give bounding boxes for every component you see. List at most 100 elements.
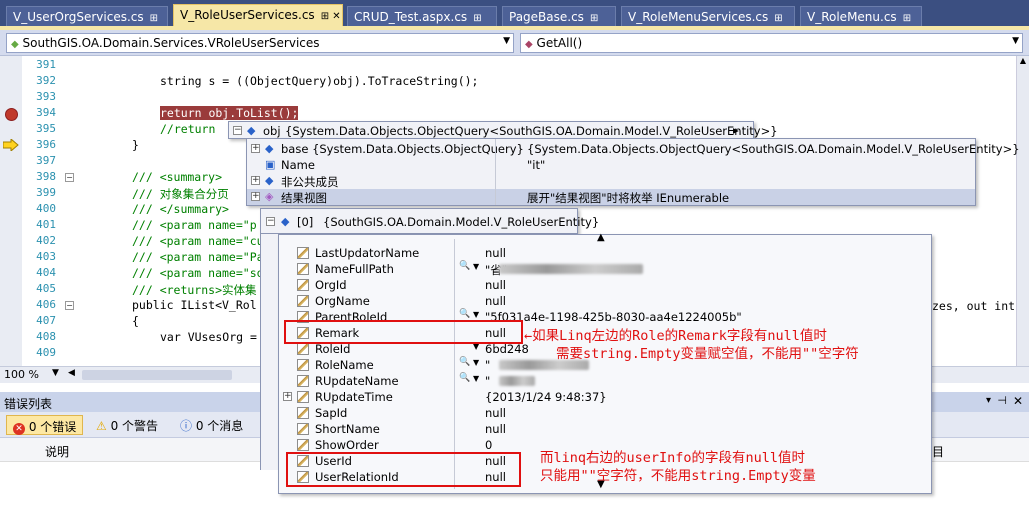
code-line[interactable]: string s = ((ObjectQuery)obj).ToTraceStr… — [160, 74, 479, 88]
property-value[interactable]: " — [485, 374, 490, 388]
close-icon[interactable]: ✕ — [1013, 394, 1023, 408]
property-value[interactable]: 0 — [485, 438, 492, 452]
magnifier-icon[interactable]: 🔍 — [459, 373, 470, 383]
vertical-scrollbar[interactable]: ▲ — [1016, 56, 1029, 366]
code-line[interactable]: { — [132, 314, 139, 328]
tab-pin-icon[interactable]: ⊞ — [903, 13, 911, 24]
horizontal-scroll-thumb[interactable] — [82, 370, 232, 380]
errors-filter-button[interactable]: ✕ 0 个错误 — [6, 415, 84, 435]
member-value[interactable]: 展开"结果视图"时将枚举 IEnumerable — [527, 190, 729, 206]
scroll-left-icon[interactable]: ◀ — [68, 368, 78, 382]
property-row[interactable]: RUpdateName 🔍 ▼ " — [279, 373, 931, 389]
code-line[interactable]: return obj.ToList(); — [160, 106, 299, 120]
code-line[interactable]: /// <param name="Pa — [132, 250, 264, 264]
member-value[interactable]: "it" — [527, 158, 545, 172]
panel-dropdown-icon[interactable]: ▾ — [986, 395, 991, 406]
tab-1[interactable]: V_RoleUserServices.cs ⊞ ✕ — [173, 4, 343, 26]
scroll-up-icon[interactable]: ▲ — [1017, 56, 1029, 69]
property-row[interactable]: OrgName null — [279, 293, 931, 309]
member-row[interactable]: + ◆ 非公共成员 — [247, 173, 975, 189]
property-value[interactable]: null — [485, 278, 506, 292]
tab-pin-icon[interactable]: ⊞ — [473, 13, 481, 24]
chevron-right-icon[interactable]: ▸ — [733, 123, 739, 137]
property-value[interactable]: "5f031a4e-1198-425b-8030-aa4e1224005b" — [485, 310, 742, 324]
column-header-extra[interactable]: 目 — [932, 443, 944, 460]
scroll-up-icon[interactable]: ▲ — [597, 232, 605, 243]
tab-pin-icon[interactable]: ⊞ — [590, 13, 598, 24]
visualizer-dropdown-icon[interactable]: ▼ — [473, 374, 479, 383]
magnifier-icon[interactable]: 🔍 — [459, 261, 470, 271]
tab-0[interactable]: V_UserOrgServices.cs ⊞ — [6, 6, 168, 26]
tab-2[interactable]: CRUD_Test.aspx.cs ⊞ — [347, 6, 497, 26]
property-row[interactable]: LastUpdatorName null — [279, 245, 931, 261]
zoom-level[interactable]: 100 % — [4, 368, 39, 381]
tab-pin-icon[interactable]: ⊞ — [774, 13, 782, 24]
property-value[interactable]: null — [485, 422, 506, 436]
expand-icon[interactable]: + — [283, 392, 292, 401]
datatip-obj[interactable]: − ◆ obj {System.Data.Objects.ObjectQuery… — [228, 121, 778, 139]
line-number: 401 — [36, 218, 56, 231]
magnifier-icon[interactable]: 🔍 — [459, 309, 470, 319]
code-line[interactable]: /// 对象集合分页 — [132, 186, 229, 202]
visualizer-dropdown-icon[interactable]: ▼ — [473, 310, 479, 319]
fold-icon[interactable]: − — [65, 301, 74, 310]
property-name: RUpdateTime — [315, 390, 393, 404]
code-line[interactable]: /// <param name="cu — [132, 234, 264, 248]
visualizer-dropdown-icon[interactable]: ▼ — [473, 358, 479, 367]
property-value[interactable]: null — [485, 406, 506, 420]
property-icon — [297, 263, 309, 275]
tab-3[interactable]: PageBase.cs ⊞ — [502, 6, 616, 26]
code-line[interactable]: /// <param name="p — [132, 218, 257, 232]
datatip-item-0[interactable]: − ◆ [0] {SouthGIS.OA.Domain.Model.V_Role… — [260, 208, 599, 234]
property-icon — [297, 247, 309, 259]
messages-filter-button[interactable]: ⓘ 0 个消息 — [174, 415, 249, 435]
property-value[interactable]: " — [485, 358, 490, 372]
code-line[interactable]: /// <returns>实体集 — [132, 282, 257, 298]
annotation-remark-line2: 需要string.Empty变量赋空值，不能用""空字符 — [556, 346, 859, 362]
chevron-down-icon[interactable]: ▼ — [503, 36, 510, 46]
fold-icon[interactable]: − — [65, 173, 74, 182]
method-icon: ◆ — [525, 39, 533, 50]
chevron-down-icon[interactable]: ▼ — [1012, 36, 1019, 46]
collapse-icon[interactable]: − — [266, 217, 275, 226]
code-line[interactable]: public IList<V_Rol — [132, 298, 257, 312]
expand-icon[interactable]: − — [233, 126, 242, 135]
property-row[interactable]: NameFullPath 🔍 ▼ "省" — [279, 261, 931, 277]
member-row[interactable]: + ◈ 结果视图 展开"结果视图"时将枚举 IEnumerable — [247, 189, 975, 205]
zoom-dropdown-icon[interactable]: ▼ — [52, 368, 59, 378]
property-row[interactable]: SapId null — [279, 405, 931, 421]
expand-icon[interactable]: + — [251, 176, 260, 185]
datatip-value[interactable]: {System.Data.Objects.ObjectQuery<SouthGI… — [285, 124, 778, 138]
close-icon[interactable]: ⊞ ✕ — [321, 11, 341, 22]
breakpoint-icon[interactable] — [5, 108, 18, 121]
magnifier-icon[interactable]: 🔍 — [459, 357, 470, 367]
expand-icon[interactable]: + — [251, 144, 260, 153]
member-combo[interactable]: ◆ GetAll() ▼ — [520, 33, 1023, 53]
code-line[interactable]: /// </summary> — [132, 202, 229, 216]
code-line[interactable]: /// <summary> — [132, 170, 222, 184]
property-value[interactable]: null — [485, 294, 506, 308]
property-value[interactable]: {2013/1/24 9:48:37} — [485, 390, 607, 404]
tab-4[interactable]: V_RoleMenuServices.cs ⊞ — [621, 6, 795, 26]
property-row[interactable]: OrgId null — [279, 277, 931, 293]
warnings-filter-button[interactable]: ⚠ 0 个警告 — [90, 415, 164, 435]
column-header-description[interactable]: 说明 — [45, 443, 69, 460]
expand-icon[interactable]: + — [251, 192, 260, 201]
property-value[interactable]: null — [485, 246, 506, 260]
code-line[interactable]: /// <param name="so — [132, 266, 264, 280]
member-row[interactable]: ▣ Name "it" — [247, 157, 975, 173]
member-row[interactable]: + ◆ base {System.Data.Objects.ObjectQuery}… — [247, 141, 1020, 157]
tab-5[interactable]: V_RoleMenu.cs ⊞ — [800, 6, 922, 26]
tab-pin-icon[interactable]: ⊞ — [150, 13, 158, 24]
property-row[interactable]: + RUpdateTime {2013/1/24 9:48:37} — [279, 389, 931, 405]
code-line[interactable]: //return — [160, 122, 215, 136]
property-value[interactable]: 6bd248 — [485, 342, 529, 356]
code-line[interactable]: var VUsesOrg = — [160, 330, 264, 344]
visualizer-dropdown-icon[interactable]: ▼ — [473, 262, 479, 271]
pin-icon[interactable]: ⊣ — [997, 394, 1007, 407]
member-value[interactable]: {System.Data.Objects.ObjectQuery<SouthGI… — [527, 142, 1020, 156]
property-row[interactable]: ShortName null — [279, 421, 931, 437]
code-line[interactable]: } — [132, 138, 139, 152]
class-combo[interactable]: ◆ SouthGIS.OA.Domain.Services.VRoleUserS… — [6, 33, 514, 53]
datatip-value[interactable]: {SouthGIS.OA.Domain.Model.V_RoleUserEnti… — [323, 215, 599, 229]
